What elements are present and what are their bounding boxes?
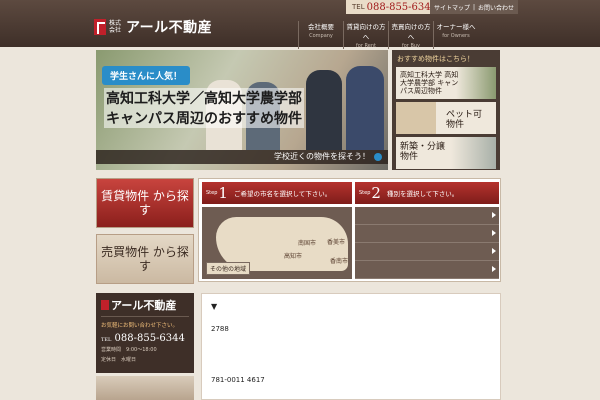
other-area-button[interactable]: その他の地域 — [206, 262, 251, 275]
map-nankoku[interactable]: 南国市 — [298, 238, 316, 247]
search-buy-button[interactable]: 売買物件 から探す — [96, 234, 194, 284]
map-kochi[interactable]: 高知市 — [284, 251, 302, 260]
recommended-campus[interactable]: 高知工科大学 高知大学農学部 キャンパス周辺物件 — [396, 67, 496, 99]
nav-buy[interactable]: 売買向けの方へ for Buy — [388, 21, 433, 49]
hero-badge: 学生さんに人気！ — [102, 66, 191, 85]
step1-header: Step 1 ご希望の市名を選択して下さい。 — [202, 182, 352, 204]
nav-menu: 会社概要 Company 賃貸向けの方へ for Rent 売買向けの方へ for B… — [298, 21, 478, 49]
contact-logo: アール不動産 — [101, 297, 189, 317]
contact-note: お気軽にお問い合わせ下さい。 — [101, 323, 179, 329]
play-arrow-icon — [374, 153, 382, 161]
hero-banner[interactable]: 学生さんに人気！ 高知工科大学／高知大学農学部 キャンパス周辺のおすすめ物件 学… — [96, 50, 388, 170]
step2-header: Step 2 種別を選択して下さい。 — [355, 182, 499, 204]
hero-title-line1: 高知工科大学／高知大学農学部 — [104, 88, 304, 108]
recommended-pet[interactable]: ペット可 物件 — [396, 102, 496, 134]
arrow-right-icon — [492, 248, 496, 254]
hero-cta[interactable]: 学校近くの物件を探そう！ — [96, 150, 388, 164]
student-photo — [346, 66, 384, 150]
type-option[interactable] — [355, 243, 499, 261]
recommended-panel: おすすめ物件はこちら！ 高知工科大学 高知大学農学部 キャンパス周辺物件 ペット… — [392, 50, 500, 170]
logo-company-type: 株式会社 — [109, 20, 122, 34]
info-text: 2788 — [211, 325, 229, 333]
sitemap-link[interactable]: サイトマップ — [434, 3, 470, 12]
search-rent-button[interactable]: 賃貸物件 から探す — [96, 178, 194, 228]
business-hours: 営業時間 9:00～18:00 — [101, 347, 157, 353]
contact-box: アール不動産 お気軽にお問い合わせ下さい。 TEL 088-855-6344 営… — [96, 293, 194, 373]
arrow-right-icon — [492, 230, 496, 236]
header-tel-number: 088-855-6344 — [366, 1, 437, 13]
logo-name: アール不動産 — [126, 20, 213, 36]
info-box: ▼ 2788 781-0011 4617 — [201, 293, 501, 400]
type-option[interactable] — [355, 225, 499, 243]
site-header: 株式会社 アール不動産 TEL 088-855-6344 サイトマップ | お問… — [0, 0, 600, 49]
info-address: 781-0011 4617 — [211, 376, 265, 384]
contact-link[interactable]: お問い合わせ — [478, 3, 514, 12]
closed-day: 定休日 水曜日 — [101, 357, 137, 363]
header-tel: TEL 088-855-6344 — [346, 0, 443, 14]
dropdown-arrow-icon[interactable]: ▼ — [211, 302, 491, 311]
contact-tel: TEL 088-855-6344 — [101, 333, 185, 344]
map-kami[interactable]: 香美市 — [327, 237, 345, 246]
arrow-right-icon — [492, 266, 496, 272]
type-option[interactable] — [355, 261, 499, 279]
nav-rent[interactable]: 賃貸向けの方へ for Rent — [343, 21, 388, 49]
hero-title-line2: キャンパス周辺のおすすめ物件 — [104, 108, 304, 128]
nav-company[interactable]: 会社概要 Company — [298, 21, 343, 49]
recommended-new[interactable]: 新築・分譲物件 — [396, 137, 496, 169]
property-type-list — [355, 207, 499, 279]
recommended-title: おすすめ物件はこちら！ — [397, 55, 474, 63]
utility-links: サイトマップ | お問い合わせ — [430, 0, 519, 14]
header-tel-label: TEL — [352, 3, 365, 11]
logo-mark-icon — [94, 19, 106, 35]
arrow-right-icon — [492, 212, 496, 218]
nav-owners[interactable]: オーナー様へ for Owners — [433, 21, 478, 49]
search-steps-panel: Step 1 ご希望の市名を選択して下さい。 Step 2 種別を選択して下さい。 南国… — [198, 178, 501, 282]
side-banner[interactable] — [96, 376, 194, 400]
logo-mark-icon — [101, 300, 109, 310]
type-option[interactable] — [355, 207, 499, 225]
map-konan[interactable]: 香南市 — [330, 256, 348, 265]
student-photo — [306, 70, 342, 150]
site-logo[interactable]: 株式会社 アール不動産 — [94, 19, 213, 36]
area-map: 南国市 香美市 高知市 香南市 その他の地域 — [202, 207, 352, 279]
